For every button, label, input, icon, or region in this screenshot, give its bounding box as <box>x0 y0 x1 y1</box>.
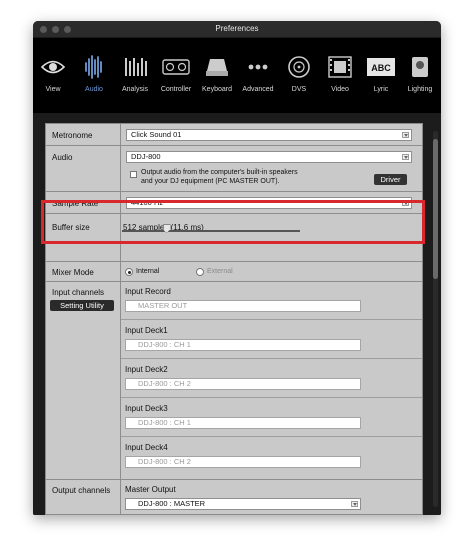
input-deck2-title: Input Deck2 <box>125 365 168 374</box>
tab-controller[interactable]: Controller <box>156 50 196 105</box>
tab-view-label: View <box>45 86 61 93</box>
preferences-window: Preferences View Audio Analysis Controll… <box>33 21 441 515</box>
mixer-mode-row: Mixer Mode Internal External <box>46 262 422 282</box>
driver-button[interactable]: Driver <box>374 174 407 185</box>
tab-controller-label: Controller <box>160 86 192 93</box>
input-record-field[interactable]: MASTER OUT <box>125 300 361 312</box>
chevron-down-icon <box>402 132 409 138</box>
input-channels-label: Input channels <box>52 288 105 297</box>
input-record-title: Input Record <box>125 287 171 296</box>
preferences-toolbar: View Audio Analysis Controller Keyboard … <box>33 38 441 113</box>
input-deck1-title: Input Deck1 <box>125 326 168 335</box>
output-channels-label: Output channels <box>52 486 111 495</box>
input-deck2-field[interactable]: DDJ-800 : CH 2 <box>125 378 361 390</box>
metronome-label: Metronome <box>52 131 93 140</box>
eye-icon <box>40 60 66 74</box>
output-channels-row: Output channels Master Output DDJ-800 : … <box>46 480 422 514</box>
vertical-scrollbar[interactable] <box>433 131 438 507</box>
audio-device-select[interactable]: DDJ-800 <box>126 151 412 163</box>
metronome-select[interactable]: Click Sound 01 <box>126 129 412 141</box>
tab-advanced[interactable]: Advanced <box>238 50 278 105</box>
chevron-down-icon <box>351 501 358 507</box>
tab-lighting[interactable]: Lighting <box>400 50 440 105</box>
tab-audio[interactable]: Audio <box>74 50 114 105</box>
tab-view[interactable]: View <box>33 50 73 105</box>
tab-keyboard[interactable]: Keyboard <box>197 50 237 105</box>
tab-lyric-label: Lyric <box>373 86 389 93</box>
input-deck1-group: Input Deck1 DDJ-800 : CH 1 <box>121 320 422 359</box>
pc-master-out-line1: Output audio from the computer's built-i… <box>141 169 298 176</box>
input-deck3-field[interactable]: DDJ-800 : CH 1 <box>125 417 361 429</box>
master-output-title: Master Output <box>125 485 176 494</box>
internal-radio[interactable] <box>125 268 133 276</box>
lighting-icon <box>412 57 428 77</box>
audio-device-value: DDJ-800 <box>131 152 161 161</box>
title-bar: Preferences <box>33 21 441 38</box>
vinyl-icon <box>288 56 310 78</box>
audio-label: Audio <box>52 153 73 162</box>
keyboard-icon <box>206 59 228 76</box>
master-output-value: DDJ-800 : MASTER <box>138 499 206 508</box>
audio-waveform-icon <box>85 55 102 79</box>
film-icon <box>328 56 352 78</box>
tab-analysis-label: Analysis <box>121 86 149 93</box>
advanced-dots-icon <box>248 64 268 70</box>
tab-audio-label: Audio <box>85 86 103 93</box>
window-title: Preferences <box>215 24 259 33</box>
metronome-row: Metronome Click Sound 01 <box>46 124 422 146</box>
controller-icon <box>162 59 190 75</box>
input-deck1-field[interactable]: DDJ-800 : CH 1 <box>125 339 361 351</box>
tab-lighting-label: Lighting <box>407 86 433 93</box>
external-radio[interactable] <box>196 268 204 276</box>
audio-settings-panel: Metronome Click Sound 01 Audio DDJ-800 O… <box>45 123 423 515</box>
input-deck4-field[interactable]: DDJ-800 : CH 2 <box>125 456 361 468</box>
tab-dvs-label: DVS <box>291 86 307 93</box>
tab-analysis[interactable]: Analysis <box>115 50 155 105</box>
tab-dvs[interactable]: DVS <box>279 50 319 105</box>
lyric-abc-icon: ABC <box>367 58 395 76</box>
buffer-size-highlight <box>41 200 425 244</box>
chevron-down-icon <box>402 154 409 160</box>
audio-row: Audio DDJ-800 Output audio from the comp… <box>46 146 422 192</box>
internal-radio-label: Internal <box>136 268 160 275</box>
input-deck2-group: Input Deck2 DDJ-800 : CH 2 <box>121 359 422 398</box>
metronome-value: Click Sound 01 <box>131 130 182 139</box>
pc-master-out-checkbox[interactable] <box>130 171 137 178</box>
input-deck3-group: Input Deck3 DDJ-800 : CH 1 <box>121 398 422 437</box>
preferences-content: Metronome Click Sound 01 Audio DDJ-800 O… <box>33 113 441 515</box>
external-radio-label: External <box>207 268 233 275</box>
input-deck4-group: Input Deck4 DDJ-800 : CH 2 <box>121 437 422 480</box>
svg-text:ABC: ABC <box>371 63 391 73</box>
pc-master-out-line2: and your DJ equipment (PC MASTER OUT). <box>141 178 280 185</box>
tab-lyric[interactable]: ABC Lyric <box>361 50 401 105</box>
mixer-mode-label: Mixer Mode <box>52 268 94 277</box>
analysis-bars-icon <box>125 58 147 76</box>
tab-keyboard-label: Keyboard <box>202 86 232 93</box>
tab-advanced-label: Advanced <box>242 86 274 93</box>
setting-utility-button[interactable]: Setting Utility <box>50 300 114 311</box>
scrollbar-thumb[interactable] <box>433 139 438 279</box>
input-deck3-title: Input Deck3 <box>125 404 168 413</box>
input-channels-row: Input channels Setting Utility Input Rec… <box>46 282 422 480</box>
tab-video[interactable]: Video <box>320 50 360 105</box>
master-output-select[interactable]: DDJ-800 : MASTER <box>125 498 361 510</box>
tab-video-label: Video <box>331 86 349 93</box>
input-deck4-title: Input Deck4 <box>125 443 168 452</box>
input-record-group: Input Record MASTER OUT <box>121 282 422 320</box>
